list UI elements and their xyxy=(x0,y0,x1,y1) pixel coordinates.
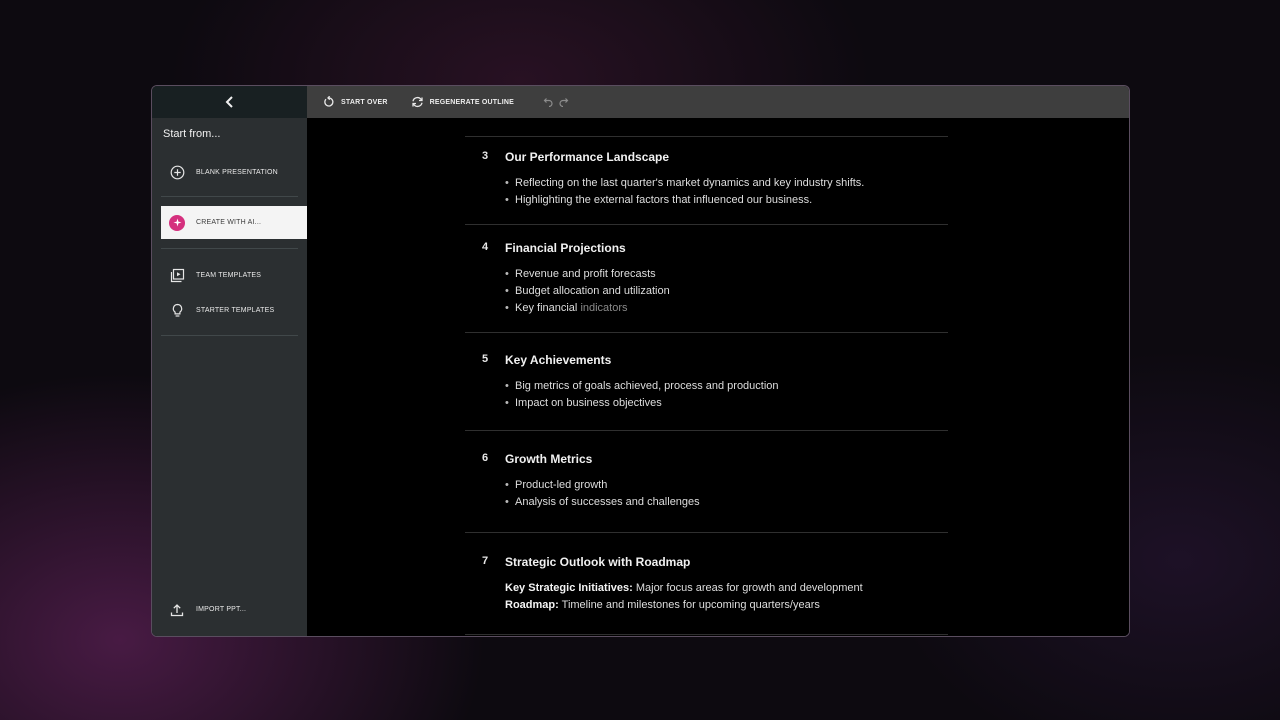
sidebar-header xyxy=(152,86,307,118)
detail-line: Roadmap: Timeline and milestones for upc… xyxy=(505,597,863,614)
regenerate-outline-button[interactable]: REGENERATE OUTLINE xyxy=(411,96,514,108)
ai-icon-wrap xyxy=(169,214,185,231)
section-number: 3 xyxy=(482,150,489,162)
detail-key: Roadmap: xyxy=(505,599,559,611)
sidebar-divider xyxy=(161,335,298,336)
section-bullets: Revenue and profit forecasts Budget allo… xyxy=(505,266,670,317)
refresh-icon xyxy=(411,96,424,108)
starter-templates-label: STARTER TEMPLATES xyxy=(196,307,275,314)
bullet: Highlighting the external factors that i… xyxy=(505,192,864,209)
section-title: Financial Projections xyxy=(505,241,626,255)
start-from-heading: Start from... xyxy=(163,128,221,140)
chevron-left-icon xyxy=(225,96,233,108)
section-number: 6 xyxy=(482,452,489,464)
sidebar-divider xyxy=(161,248,298,249)
bullet: Revenue and profit forecasts xyxy=(505,266,670,283)
back-button[interactable] xyxy=(218,90,242,114)
toolbar: START OVER REGENERATE OUTLINE xyxy=(307,86,1129,118)
redo-button[interactable] xyxy=(559,97,570,107)
bullet: Big metrics of goals achieved, process a… xyxy=(505,378,779,395)
restart-icon xyxy=(323,96,335,108)
bullet: Product-led growth xyxy=(505,477,700,494)
import-ppt-label: IMPORT PPT... xyxy=(196,606,247,613)
app-window: Start from... BLANK PRESENTATION CREATE … xyxy=(151,85,1130,637)
upload-icon xyxy=(169,602,185,618)
sidebar: Start from... BLANK PRESENTATION CREATE … xyxy=(152,86,307,636)
create-with-ai-button[interactable]: CREATE WITH AI... xyxy=(161,206,307,239)
section-divider xyxy=(465,532,948,533)
blank-presentation-label: BLANK PRESENTATION xyxy=(196,169,278,176)
start-over-button[interactable]: START OVER xyxy=(323,96,388,108)
bullet: Key financial indicators xyxy=(505,300,670,317)
lightbulb-icon xyxy=(169,303,185,319)
team-templates-label: TEAM TEMPLATES xyxy=(196,272,262,279)
regenerate-outline-label: REGENERATE OUTLINE xyxy=(429,98,514,106)
section-divider xyxy=(465,634,948,635)
section-bullets: Reflecting on the last quarter's market … xyxy=(505,175,864,209)
outline-content: 3 Our Performance Landscape Reflecting o… xyxy=(307,118,1129,636)
section-details: Key Strategic Initiatives: Major focus a… xyxy=(505,580,863,614)
detail-text: Timeline and milestones for upcoming qua… xyxy=(561,599,820,611)
section-divider xyxy=(465,136,948,137)
bullet: Impact on business objectives xyxy=(505,395,779,412)
redo-icon xyxy=(559,97,569,107)
section-bullets: Big metrics of goals achieved, process a… xyxy=(505,378,779,412)
create-with-ai-label: CREATE WITH AI... xyxy=(196,219,262,226)
bullet: Reflecting on the last quarter's market … xyxy=(505,175,864,192)
section-title: Our Performance Landscape xyxy=(505,150,670,164)
undo-icon xyxy=(543,97,553,107)
section-divider xyxy=(465,430,948,431)
start-over-label: START OVER xyxy=(341,98,388,106)
blank-presentation-button[interactable]: BLANK PRESENTATION xyxy=(161,156,307,189)
team-templates-button[interactable]: TEAM TEMPLATES xyxy=(161,259,307,292)
section-title: Key Achievements xyxy=(505,353,612,367)
undo-button[interactable] xyxy=(542,97,553,107)
bullet-text-faded: indicators xyxy=(580,302,628,314)
section-title: Growth Metrics xyxy=(505,452,593,466)
detail-text: Major focus areas for growth and develop… xyxy=(635,582,863,594)
import-ppt-button[interactable]: IMPORT PPT... xyxy=(161,593,307,626)
section-number: 4 xyxy=(482,241,489,253)
detail-key: Key Strategic Initiatives: xyxy=(505,582,633,594)
team-templates-icon xyxy=(169,268,185,284)
bullet: Budget allocation and utilization xyxy=(505,283,670,300)
sidebar-divider xyxy=(161,196,298,197)
ai-sparkle-icon xyxy=(169,214,185,231)
detail-line: Key Strategic Initiatives: Major focus a… xyxy=(505,580,863,597)
section-title: Strategic Outlook with Roadmap xyxy=(505,555,691,569)
section-number: 5 xyxy=(482,353,489,365)
section-divider xyxy=(465,224,948,225)
bullet: Analysis of successes and challenges xyxy=(505,494,700,511)
plus-circle-icon xyxy=(169,165,185,181)
bullet-text: Key financial xyxy=(515,302,578,314)
starter-templates-button[interactable]: STARTER TEMPLATES xyxy=(161,294,307,327)
section-divider xyxy=(465,332,948,333)
section-bullets: Product-led growth Analysis of successes… xyxy=(505,477,700,511)
section-number: 7 xyxy=(482,555,489,567)
